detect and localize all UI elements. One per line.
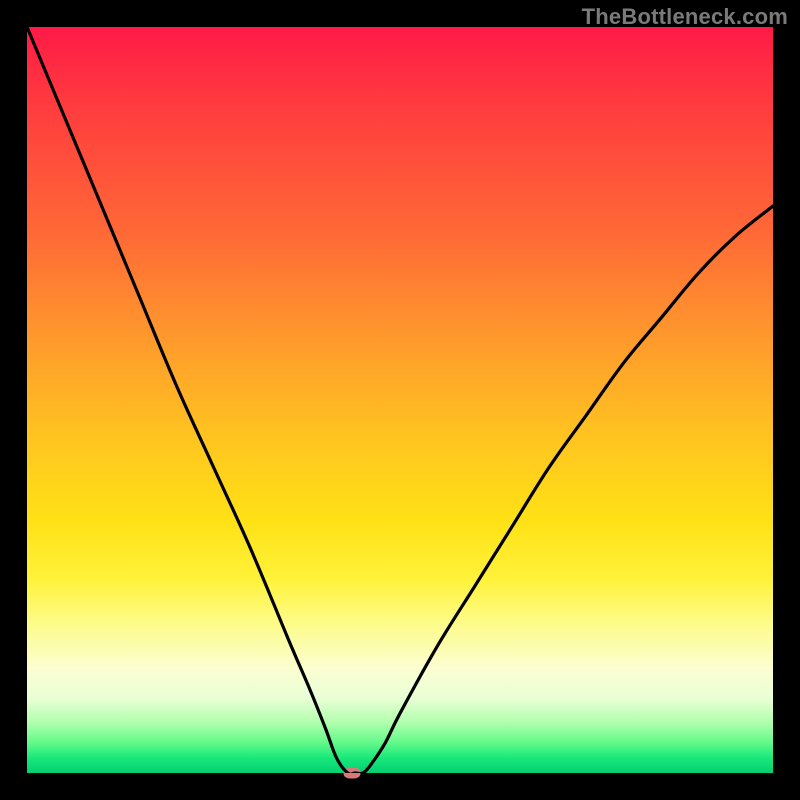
chart-stage: TheBottleneck.com xyxy=(0,0,800,800)
watermark-text: TheBottleneck.com xyxy=(582,4,788,30)
bottleneck-curve xyxy=(27,27,773,773)
plot-area xyxy=(27,27,773,773)
